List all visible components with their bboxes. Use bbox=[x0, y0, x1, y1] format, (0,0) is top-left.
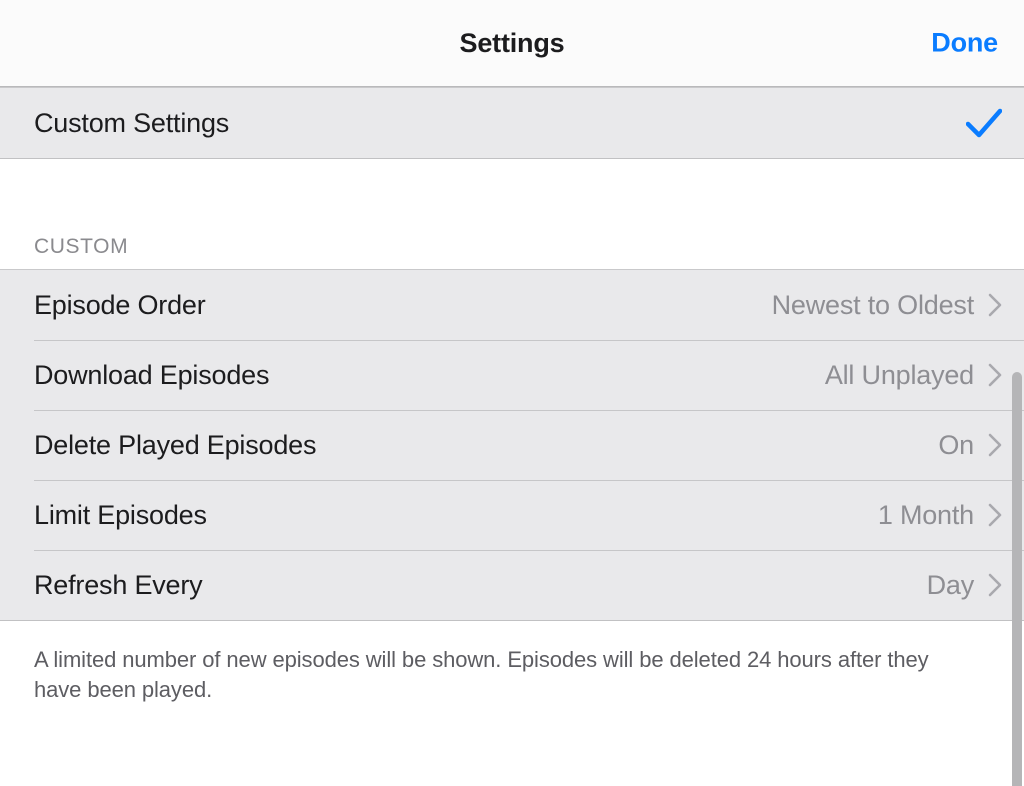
section-header-custom: CUSTOM bbox=[0, 195, 1024, 269]
row-accessory: On bbox=[938, 430, 1002, 461]
row-value: Newest to Oldest bbox=[771, 289, 975, 320]
settings-screen: Settings Done Custom Settings CUSTOM Epi… bbox=[0, 0, 1024, 786]
row-value: On bbox=[938, 429, 974, 460]
chevron-right-icon bbox=[988, 503, 1002, 527]
done-button[interactable]: Done bbox=[931, 28, 998, 59]
row-value: 1 Month bbox=[877, 499, 974, 530]
scrollbar-thumb[interactable] bbox=[1012, 372, 1022, 786]
row-label: Episode Order bbox=[34, 289, 206, 320]
row-label: Custom Settings bbox=[34, 107, 230, 138]
row-accessory: Day bbox=[927, 570, 1002, 601]
row-accessory: Newest to Oldest bbox=[772, 290, 1002, 321]
section-footer-text: A limited number of new episodes will be… bbox=[34, 647, 929, 702]
row-refresh-every[interactable]: Refresh Every Day bbox=[0, 550, 1024, 620]
settings-mode-group: Custom Settings bbox=[0, 87, 1024, 159]
row-limit-episodes[interactable]: Limit Episodes 1 Month bbox=[0, 480, 1024, 550]
row-label: Download Episodes bbox=[34, 359, 270, 390]
row-value: Day bbox=[926, 569, 975, 600]
row-value: All Unplayed bbox=[824, 359, 974, 390]
checkmark-icon bbox=[966, 108, 1002, 138]
page-title: Settings bbox=[459, 27, 565, 58]
group-spacer bbox=[0, 159, 1024, 195]
row-episode-order[interactable]: Episode Order Newest to Oldest bbox=[0, 270, 1024, 340]
row-custom-settings[interactable]: Custom Settings bbox=[0, 88, 1024, 158]
section-footer: A limited number of new episodes will be… bbox=[0, 621, 1024, 705]
row-delete-played-episodes[interactable]: Delete Played Episodes On bbox=[0, 410, 1024, 480]
row-download-episodes[interactable]: Download Episodes All Unplayed bbox=[0, 340, 1024, 410]
row-label: Delete Played Episodes bbox=[34, 429, 317, 460]
custom-settings-group: Episode Order Newest to Oldest Download … bbox=[0, 269, 1024, 621]
section-header-label: CUSTOM bbox=[34, 235, 129, 258]
chevron-right-icon bbox=[988, 363, 1002, 387]
chevron-right-icon bbox=[988, 293, 1002, 317]
row-label: Refresh Every bbox=[34, 569, 203, 600]
chevron-right-icon bbox=[988, 433, 1002, 457]
chevron-right-icon bbox=[988, 573, 1002, 597]
row-label: Limit Episodes bbox=[34, 499, 207, 530]
navigation-bar: Settings Done bbox=[0, 0, 1024, 87]
row-accessory: 1 Month bbox=[878, 500, 1002, 531]
row-accessory: All Unplayed bbox=[825, 360, 1002, 391]
